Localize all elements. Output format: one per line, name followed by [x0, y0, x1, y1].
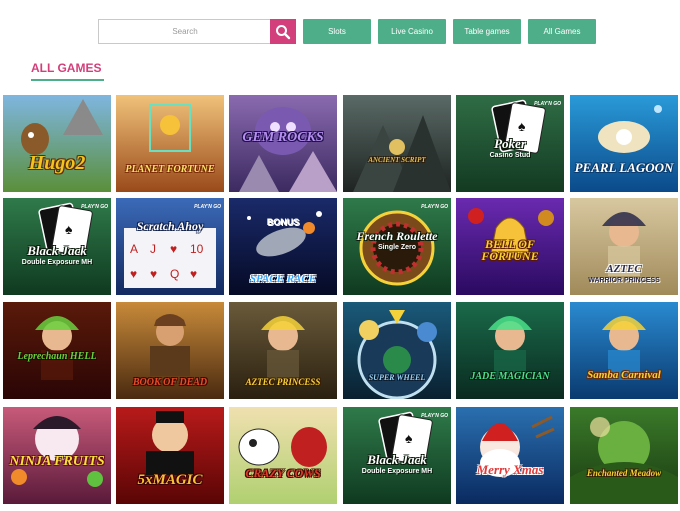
- game-thumbnail: [570, 302, 678, 399]
- game-tile[interactable]: PLANET FORTUNE: [116, 95, 224, 192]
- svg-text:A: A: [130, 242, 138, 256]
- all-games-button[interactable]: All Games: [528, 19, 596, 44]
- provider-badge: PLAY'N GO: [534, 101, 561, 107]
- game-thumbnail: ♠: [3, 198, 111, 295]
- game-tile[interactable]: GEM ROCKS: [229, 95, 337, 192]
- svg-text:Q: Q: [170, 267, 179, 281]
- game-tile[interactable]: BOOK OF DEAD: [116, 302, 224, 399]
- svg-text:♥: ♥: [130, 267, 137, 281]
- live-casino-button[interactable]: Live Casino: [378, 19, 446, 44]
- game-tile[interactable]: AZTEC PRINCESS: [229, 302, 337, 399]
- game-tile[interactable]: CRAZY COWS: [229, 407, 337, 504]
- game-thumbnail: ♠: [456, 95, 564, 192]
- search-input[interactable]: [99, 20, 271, 43]
- svg-text:♥: ♥: [150, 267, 157, 281]
- slots-button[interactable]: Slots: [303, 19, 371, 44]
- section-title: ALL GAMES: [31, 61, 102, 75]
- game-tile[interactable]: 5xMAGIC: [116, 407, 224, 504]
- game-tile[interactable]: BELL OF FORTUNE: [456, 198, 564, 295]
- game-tile[interactable]: ♠ Black Jack Double Exposure MH PLAY'N GO: [3, 198, 111, 295]
- game-thumbnail: [570, 198, 678, 295]
- provider-badge: PLAY'N GO: [81, 204, 108, 210]
- section-underline: [31, 79, 104, 81]
- game-thumbnail: [116, 407, 224, 504]
- svg-text:♥: ♥: [170, 242, 177, 256]
- game-tile[interactable]: A J ♥ 10 ♥ ♥ Q ♥ Scratch Ahoy PLAY'N GO: [116, 198, 224, 295]
- svg-text:♠: ♠: [65, 221, 73, 237]
- game-thumbnail: [116, 95, 224, 192]
- game-thumbnail: [116, 302, 224, 399]
- game-tile[interactable]: SUPER WHEEL: [343, 302, 451, 399]
- provider-badge: PLAY'N GO: [421, 204, 448, 210]
- svg-text:♠: ♠: [405, 430, 413, 446]
- game-tile[interactable]: ♠ Poker Casino Stud PLAY'N GO: [456, 95, 564, 192]
- game-thumbnail: [456, 407, 564, 504]
- game-thumbnail: [343, 302, 451, 399]
- svg-text:♠: ♠: [518, 118, 526, 134]
- game-thumbnail: [229, 302, 337, 399]
- game-thumbnail: [456, 302, 564, 399]
- game-thumbnail: [3, 95, 111, 192]
- game-tile[interactable]: Merry Xmas: [456, 407, 564, 504]
- game-tile[interactable]: Samba Carnival: [570, 302, 678, 399]
- game-thumbnail: [3, 302, 111, 399]
- game-thumbnail: [456, 198, 564, 295]
- game-tile[interactable]: Hugo2: [3, 95, 111, 192]
- game-thumbnail: [570, 95, 678, 192]
- game-tile[interactable]: Enchanted Meadow: [570, 407, 678, 504]
- table-games-button[interactable]: Table games: [453, 19, 521, 44]
- search-icon: [276, 24, 291, 39]
- game-tile[interactable]: AZTEC WARRIOR PRINCESS: [570, 198, 678, 295]
- game-thumbnail: [343, 95, 451, 192]
- game-thumbnail: [229, 407, 337, 504]
- search-button[interactable]: [270, 19, 296, 44]
- game-thumbnail: [570, 407, 678, 504]
- game-thumbnail: [229, 95, 337, 192]
- svg-text:♥: ♥: [190, 267, 197, 281]
- game-tile[interactable]: PEARL LAGOON: [570, 95, 678, 192]
- game-thumbnail: [3, 407, 111, 504]
- search-box: [98, 19, 296, 44]
- svg-text:10: 10: [190, 242, 204, 256]
- game-tile[interactable]: ANCIENT SCRIPT: [343, 95, 451, 192]
- game-thumbnail: [229, 198, 337, 295]
- game-thumbnail: A J ♥ 10 ♥ ♥ Q ♥: [116, 198, 224, 295]
- game-thumbnail: [343, 198, 451, 295]
- game-tile[interactable]: French Roulette Single Zero PLAY'N GO: [343, 198, 451, 295]
- game-tile[interactable]: ♠ Black Jack Double Exposure MH PLAY'N GO: [343, 407, 451, 504]
- top-bar: Slots Live Casino Table games All Games: [0, 0, 680, 60]
- game-tile[interactable]: JADE MAGICIAN: [456, 302, 564, 399]
- provider-badge: PLAY'N GO: [421, 413, 448, 419]
- svg-text:J: J: [150, 242, 156, 256]
- game-tile[interactable]: Leprechaun HELL: [3, 302, 111, 399]
- game-tile[interactable]: SPACE RACE BONUS: [229, 198, 337, 295]
- provider-badge: PLAY'N GO: [194, 204, 221, 210]
- game-thumbnail: ♠: [343, 407, 451, 504]
- game-tile[interactable]: NINJA FRUITS: [3, 407, 111, 504]
